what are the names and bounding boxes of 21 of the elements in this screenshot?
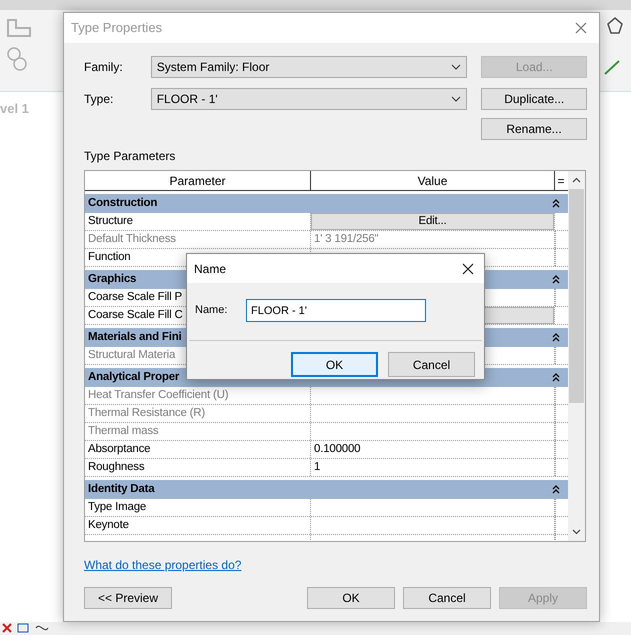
group-label: Analytical Proper bbox=[88, 370, 180, 385]
field-label: Type: bbox=[84, 91, 114, 108]
parameter-name: Roughness bbox=[85, 459, 311, 476]
group-label: Construction bbox=[88, 196, 158, 211]
view-label: vel 1 bbox=[0, 100, 29, 118]
parameter-value: 0.100000 bbox=[311, 441, 555, 458]
field-label: Family: bbox=[84, 59, 124, 76]
parameter-name: Heat Transfer Coefficient (U) bbox=[85, 387, 311, 404]
parameter-value: 1 bbox=[311, 459, 555, 476]
group-label: Identity Data bbox=[88, 482, 154, 497]
parameter-name: Thermal mass bbox=[85, 423, 311, 440]
parameter-name: Keynote bbox=[85, 517, 311, 534]
parameter-name: Thermal Resistance (R) bbox=[85, 405, 311, 422]
parameter-name: Default Thickness bbox=[85, 231, 311, 248]
parameter-name: Type Image bbox=[85, 499, 311, 516]
parameter-value: 1' 3 191/256" bbox=[311, 231, 555, 248]
parameter-name: Absorptance bbox=[85, 441, 311, 458]
window-title: Type Properties bbox=[71, 19, 162, 38]
group-label: Materials and Fini bbox=[88, 330, 182, 345]
section-label: Type Parameters bbox=[84, 149, 176, 163]
group-label: Graphics bbox=[88, 272, 136, 287]
